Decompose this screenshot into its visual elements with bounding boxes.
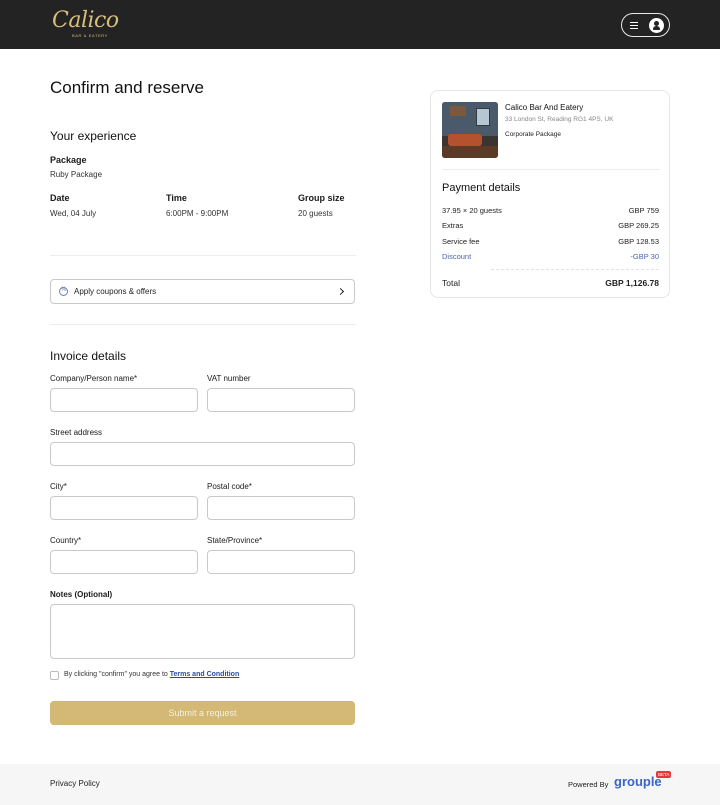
section-divider — [50, 324, 356, 325]
payment-row-amount: GBP 269.25 — [618, 221, 659, 230]
apply-coupons-button[interactable]: Apply coupons & offers — [50, 279, 355, 304]
payment-details-heading: Payment details — [442, 182, 521, 194]
country-field[interactable] — [50, 550, 198, 574]
page-footer: Privacy Policy Powered By grouple BETA — [0, 764, 720, 805]
discount-label: Discount — [442, 252, 472, 261]
city-label: City* — [50, 482, 67, 491]
postal-code-field[interactable] — [207, 496, 355, 520]
payment-row: Service fee GBP 128.53 — [442, 237, 659, 247]
total-row: Total GBP 1,126.78 — [442, 278, 659, 288]
payment-row-amount: GBP 128.53 — [618, 237, 659, 246]
chevron-right-icon — [336, 287, 345, 296]
package-label: Package — [50, 155, 87, 165]
state-label: State/Province* — [207, 536, 263, 545]
powered-by-label: Powered By — [568, 780, 609, 789]
terms-checkbox[interactable] — [50, 671, 59, 680]
logo-text: Calico — [52, 8, 119, 33]
booking-summary-card: Calico Bar And Eatery 33 London St, Read… — [430, 90, 670, 298]
package-value: Ruby Package — [50, 170, 103, 179]
street-label: Street address — [50, 428, 103, 437]
group-size-value: 20 guests — [298, 209, 333, 218]
group-size-label: Group size — [298, 193, 345, 203]
payment-row-label: Service fee — [442, 237, 480, 246]
payment-row-label: 37.95 × 20 guests — [442, 206, 502, 215]
discount-amount: -GBP 30 — [630, 252, 659, 261]
page-title: Confirm and reserve — [50, 78, 205, 97]
state-province-field[interactable] — [207, 550, 355, 574]
calico-logo[interactable]: Calico BAR & EATERY — [52, 8, 119, 42]
total-label: Total — [442, 278, 460, 288]
venue-package: Corporate Package — [505, 131, 562, 138]
country-label: Country* — [50, 536, 82, 545]
total-amount: GBP 1,126.78 — [605, 278, 659, 288]
experience-heading: Your experience — [50, 129, 137, 143]
payment-row-amount: GBP 759 — [628, 206, 659, 215]
date-label: Date — [50, 193, 70, 203]
postal-code-label: Postal code* — [207, 482, 252, 491]
terms-agreement-text: By clicking "confirm" you agree to Terms… — [64, 671, 239, 678]
venue-address: 33 London St, Reading RG1 4PS, UK — [505, 116, 614, 123]
payment-row: Extras GBP 269.25 — [442, 221, 659, 231]
account-menu-button[interactable] — [621, 13, 670, 37]
venue-photo — [442, 102, 498, 158]
time-value: 6:00PM - 9:00PM — [166, 209, 229, 218]
time-label: Time — [166, 193, 187, 203]
card-divider — [442, 169, 660, 170]
logo-subtext: BAR & EATERY — [72, 33, 108, 38]
notes-label: Notes (Optional) — [50, 590, 113, 599]
section-divider — [50, 255, 356, 256]
hamburger-menu-icon — [630, 22, 638, 29]
company-name-field[interactable] — [50, 388, 198, 412]
discount-icon — [59, 287, 68, 296]
beta-badge: BETA — [656, 771, 672, 778]
vat-number-field[interactable] — [207, 388, 355, 412]
payment-row-label: Extras — [442, 221, 464, 230]
date-value: Wed, 04 July — [50, 209, 97, 218]
agree-prefix: By clicking "confirm" you agree to — [64, 671, 170, 678]
notes-field[interactable] — [50, 604, 355, 659]
invoice-heading: Invoice details — [50, 349, 127, 363]
venue-name: Calico Bar And Eatery — [505, 103, 584, 112]
top-navbar: Calico BAR & EATERY — [0, 0, 720, 49]
city-field[interactable] — [50, 496, 198, 520]
user-icon — [649, 18, 664, 33]
dashed-divider — [491, 269, 659, 270]
discount-row: Discount -GBP 30 — [442, 252, 659, 262]
vat-label: VAT number — [207, 374, 251, 383]
grouple-logo[interactable]: grouple — [614, 774, 662, 789]
street-address-field[interactable] — [50, 442, 355, 466]
company-label: Company/Person name* — [50, 374, 138, 383]
payment-row: 37.95 × 20 guests GBP 759 — [442, 206, 659, 216]
privacy-policy-link[interactable]: Privacy Policy — [50, 779, 100, 788]
terms-link[interactable]: Terms and Condition — [170, 671, 239, 678]
coupon-label: Apply coupons & offers — [74, 287, 157, 296]
submit-request-button[interactable]: Submit a request — [50, 701, 355, 725]
